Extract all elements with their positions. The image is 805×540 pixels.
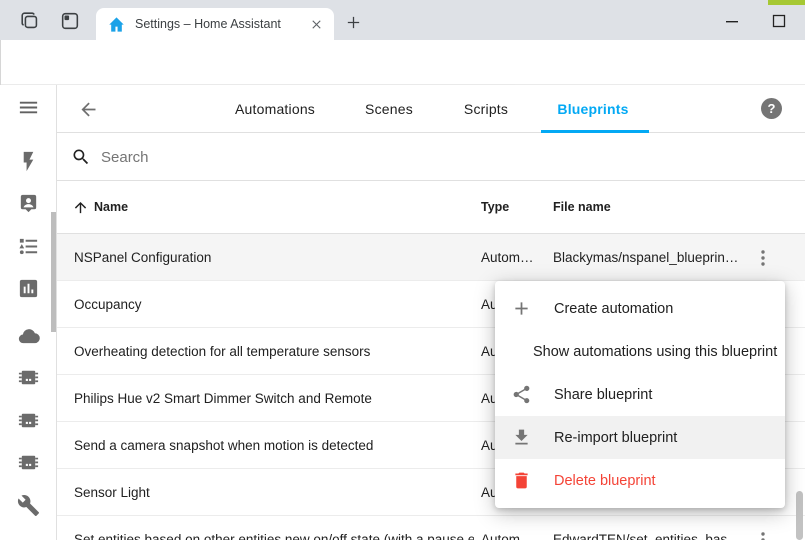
row-file: Blackymas/nspanel_blueprin… (553, 234, 738, 281)
chip-icon[interactable] (17, 451, 40, 474)
browser-toolbar: Not secure homeassistant.local:8123/... (0, 40, 805, 85)
menu-item-reimport-blueprint[interactable]: Re-import blueprint (495, 416, 785, 459)
browser-tab[interactable]: Settings – Home Assistant (96, 8, 334, 40)
table-header: Name Type File name (57, 181, 805, 234)
column-header-type[interactable]: Type (481, 181, 509, 234)
desktop-edge-strip (768, 0, 805, 5)
tab-actions-icon[interactable] (59, 10, 81, 32)
search-icon (71, 147, 91, 167)
row-name: Overheating detection for all temperatur… (74, 328, 370, 375)
row-name: Sensor Light (74, 469, 150, 516)
row-menu-icon[interactable] (751, 528, 775, 540)
download-icon (511, 427, 532, 448)
help-button[interactable]: ? (761, 98, 782, 119)
maximize-icon[interactable] (770, 12, 788, 30)
back-arrow-icon[interactable] (78, 99, 99, 120)
tab-title: Settings – Home Assistant (135, 17, 309, 31)
row-type: Autom… (481, 516, 534, 540)
menu-item-label: Create automation (554, 301, 673, 317)
column-header-file[interactable]: File name (553, 181, 611, 234)
tab-scenes[interactable]: Scenes (365, 85, 413, 133)
row-name: Set entities based on other entities new… (74, 516, 474, 540)
bulleted-list-icon[interactable] (17, 235, 40, 258)
row-name: Send a camera snapshot when motion is de… (74, 422, 373, 469)
table-row[interactable]: NSPanel Configuration Autom… Blackymas/n… (57, 234, 805, 281)
bar-chart-icon[interactable] (17, 277, 40, 300)
column-header-name[interactable]: Name (94, 181, 128, 234)
tab-automations[interactable]: Automations (235, 85, 315, 133)
workspaces-icon[interactable] (19, 10, 41, 32)
menu-item-label: Delete blueprint (554, 473, 656, 489)
page-scrollbar[interactable] (796, 491, 803, 540)
menu-item-label: Share blueprint (554, 387, 652, 403)
minimize-icon[interactable] (723, 12, 741, 30)
chip-icon[interactable] (17, 409, 40, 432)
tab-scripts[interactable]: Scripts (464, 85, 508, 133)
sidebar-scrollbar[interactable] (51, 212, 56, 332)
tab-blueprints[interactable]: Blueprints (557, 85, 628, 133)
row-type: Autom… (481, 234, 534, 281)
menu-item-label: Show automations using this blueprint (533, 344, 777, 360)
share-icon (511, 384, 532, 405)
sort-arrow-icon[interactable] (72, 199, 89, 216)
menu-item-share-blueprint[interactable]: Share blueprint (495, 373, 785, 416)
row-name: NSPanel Configuration (74, 234, 211, 281)
table-row[interactable]: Set entities based on other entities new… (57, 516, 805, 540)
row-file: EdwardTEN/set_entities_bas… (553, 516, 741, 540)
row-name: Philips Hue v2 Smart Dimmer Switch and R… (74, 375, 372, 422)
home-assistant-favicon (108, 16, 125, 33)
person-badge-icon[interactable] (17, 192, 40, 215)
menu-item-create-automation[interactable]: Create automation (495, 287, 785, 330)
search-bar (57, 133, 805, 181)
browser-titlebar: Settings – Home Assistant (0, 0, 805, 40)
search-input[interactable] (101, 141, 751, 173)
close-tab-icon[interactable] (309, 17, 324, 32)
chip-icon[interactable] (17, 366, 40, 389)
lightning-icon[interactable] (17, 150, 40, 173)
row-name: Occupancy (74, 281, 142, 328)
cloud-icon[interactable] (17, 324, 40, 347)
new-tab-icon[interactable] (345, 14, 367, 36)
menu-item-show-automations[interactable]: Show automations using this blueprint (495, 330, 785, 373)
plus-icon (511, 298, 532, 319)
ha-sidebar (0, 85, 57, 540)
browser-window: Settings – Home Assistant (0, 0, 805, 540)
trash-icon (511, 470, 532, 491)
hamburger-icon[interactable] (17, 96, 40, 119)
row-menu-icon[interactable] (751, 246, 775, 270)
menu-item-delete-blueprint[interactable]: Delete blueprint (495, 459, 785, 502)
blueprint-context-menu: Create automation Show automations using… (495, 281, 785, 508)
menu-item-label: Re-import blueprint (554, 430, 677, 446)
ha-header: Automations Scenes Scripts Blueprints ? (57, 85, 805, 133)
wrench-icon[interactable] (17, 494, 40, 517)
